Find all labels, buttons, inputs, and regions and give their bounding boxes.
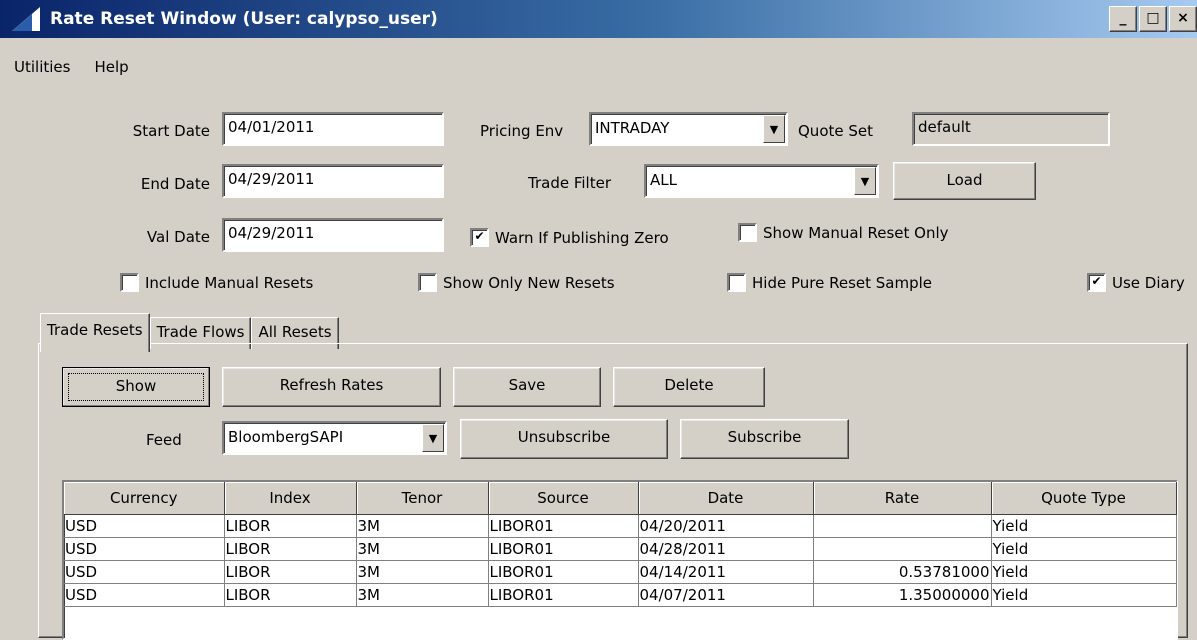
cell-date[interactable]: 04/07/2011 (638, 583, 814, 607)
chevron-down-icon[interactable]: ▼ (854, 167, 876, 195)
refresh-rates-button[interactable]: Refresh Rates (222, 367, 441, 407)
col-rate[interactable]: Rate (813, 482, 992, 515)
feed-label: Feed (146, 431, 182, 449)
trade-filter-value: ALL (650, 171, 677, 189)
cell-currency[interactable]: USD (64, 583, 225, 607)
use-diary-label: Use Diary (1112, 273, 1185, 292)
cell-rate[interactable] (813, 514, 992, 538)
trade-filter-label: Trade Filter (528, 174, 611, 192)
cell-quote-type[interactable]: Yield (991, 560, 1177, 584)
cell-currency[interactable]: USD (64, 537, 225, 561)
col-source[interactable]: Source (488, 482, 639, 515)
menu-bar: Utilities Help (0, 58, 129, 76)
unsubscribe-button[interactable]: Unsubscribe (460, 419, 668, 459)
cell-currency[interactable]: USD (64, 560, 225, 584)
pricing-env-select[interactable]: INTRADAY ▼ (589, 112, 788, 146)
col-index[interactable]: Index (224, 482, 357, 515)
table-row[interactable]: USD LIBOR 3M LIBOR01 04/28/2011 Yield (64, 537, 1177, 561)
title-bar[interactable]: Rate Reset Window (User: calypso_user) _… (0, 0, 1197, 38)
minimize-button[interactable]: _ (1109, 6, 1137, 32)
window-controls: _ □ × (1109, 6, 1197, 32)
table-row[interactable]: USD LIBOR 3M LIBOR01 04/20/2011 Yield (64, 514, 1177, 538)
hide-pure-label: Hide Pure Reset Sample (752, 273, 932, 292)
cell-date[interactable]: 04/14/2011 (638, 560, 814, 584)
tab-bar: Trade Resets Trade Flows All Resets (40, 313, 339, 352)
cell-rate[interactable]: 0.53781000 (813, 560, 992, 584)
menu-utilities[interactable]: Utilities (14, 58, 70, 76)
warn-zero-checkbox[interactable]: ✔ Warn If Publishing Zero (470, 228, 669, 247)
val-date-field[interactable]: 04/29/2011 (222, 218, 444, 252)
only-new-box[interactable] (418, 273, 437, 292)
subscribe-button[interactable]: Subscribe (680, 419, 849, 459)
use-diary-box[interactable]: ✔ (1087, 273, 1106, 292)
table-row[interactable]: USD LIBOR 3M LIBOR01 04/07/2011 1.350000… (64, 583, 1177, 607)
pricing-env-label: Pricing Env (480, 122, 564, 140)
only-new-checkbox[interactable]: Show Only New Resets (418, 273, 615, 292)
cell-index[interactable]: LIBOR (224, 514, 357, 538)
col-date[interactable]: Date (638, 482, 814, 515)
cell-quote-type[interactable]: Yield (991, 537, 1177, 561)
quote-set-field: default (912, 112, 1110, 146)
delete-button[interactable]: Delete (613, 367, 765, 407)
warn-zero-label: Warn If Publishing Zero (495, 228, 669, 247)
use-diary-checkbox[interactable]: ✔ Use Diary (1087, 273, 1185, 292)
app-logo-icon (12, 7, 40, 31)
load-button[interactable]: Load (893, 162, 1036, 200)
cell-source[interactable]: LIBOR01 (488, 537, 639, 561)
cell-date[interactable]: 04/28/2011 (638, 537, 814, 561)
table-row[interactable]: USD LIBOR 3M LIBOR01 04/14/2011 0.537810… (64, 560, 1177, 584)
cell-rate[interactable] (813, 537, 992, 561)
hide-pure-checkbox[interactable]: Hide Pure Reset Sample (727, 273, 932, 292)
cell-tenor[interactable]: 3M (356, 514, 489, 538)
include-manual-label: Include Manual Resets (145, 273, 314, 292)
window-title: Rate Reset Window (User: calypso_user) (50, 9, 438, 29)
col-quote-type[interactable]: Quote Type (991, 482, 1177, 515)
pricing-env-value: INTRADAY (595, 119, 670, 137)
resets-table: Currency Index Tenor Source Date Rate Qu… (62, 480, 1178, 640)
col-currency[interactable]: Currency (64, 482, 225, 515)
include-manual-box[interactable] (120, 273, 139, 292)
feed-select[interactable]: BloombergSAPI ▼ (222, 421, 447, 455)
start-date-label: Start Date (132, 122, 210, 140)
hide-pure-box[interactable] (727, 273, 746, 292)
close-button[interactable]: × (1169, 6, 1197, 32)
maximize-button[interactable]: □ (1139, 6, 1167, 32)
col-tenor[interactable]: Tenor (356, 482, 489, 515)
tab-trade-resets[interactable]: Trade Resets (40, 313, 150, 352)
include-manual-checkbox[interactable]: Include Manual Resets (120, 273, 313, 292)
chevron-down-icon[interactable]: ▼ (763, 115, 785, 143)
show-button-label: Show (68, 373, 204, 401)
cell-source[interactable]: LIBOR01 (488, 583, 639, 607)
manual-only-label: Show Manual Reset Only (763, 223, 949, 242)
quote-set-label: Quote Set (798, 122, 873, 140)
cell-index[interactable]: LIBOR (224, 583, 357, 607)
cell-index[interactable]: LIBOR (224, 537, 357, 561)
cell-quote-type[interactable]: Yield (991, 583, 1177, 607)
cell-index[interactable]: LIBOR (224, 560, 357, 584)
trade-filter-select[interactable]: ALL ▼ (644, 164, 879, 198)
cell-date[interactable]: 04/20/2011 (638, 514, 814, 538)
cell-tenor[interactable]: 3M (356, 537, 489, 561)
feed-value: BloombergSAPI (228, 428, 344, 446)
end-date-field[interactable]: 04/29/2011 (222, 164, 444, 198)
cell-tenor[interactable]: 3M (356, 560, 489, 584)
warn-zero-box[interactable]: ✔ (470, 228, 489, 247)
save-button[interactable]: Save (453, 367, 601, 407)
cell-source[interactable]: LIBOR01 (488, 514, 639, 538)
val-date-label: Val Date (146, 228, 210, 246)
menu-help[interactable]: Help (94, 58, 128, 76)
cell-quote-type[interactable]: Yield (991, 514, 1177, 538)
manual-only-box[interactable] (738, 223, 757, 242)
cell-rate[interactable]: 1.35000000 (813, 583, 992, 607)
cell-currency[interactable]: USD (64, 514, 225, 538)
table-header-row: Currency Index Tenor Source Date Rate Qu… (64, 482, 1177, 515)
only-new-label: Show Only New Resets (443, 273, 615, 292)
chevron-down-icon[interactable]: ▼ (422, 424, 444, 452)
end-date-label: End Date (140, 175, 210, 193)
cell-tenor[interactable]: 3M (356, 583, 489, 607)
manual-only-checkbox[interactable]: Show Manual Reset Only (738, 223, 949, 242)
cell-source[interactable]: LIBOR01 (488, 560, 639, 584)
start-date-field[interactable]: 04/01/2011 (222, 112, 444, 146)
show-button[interactable]: Show (62, 367, 210, 407)
